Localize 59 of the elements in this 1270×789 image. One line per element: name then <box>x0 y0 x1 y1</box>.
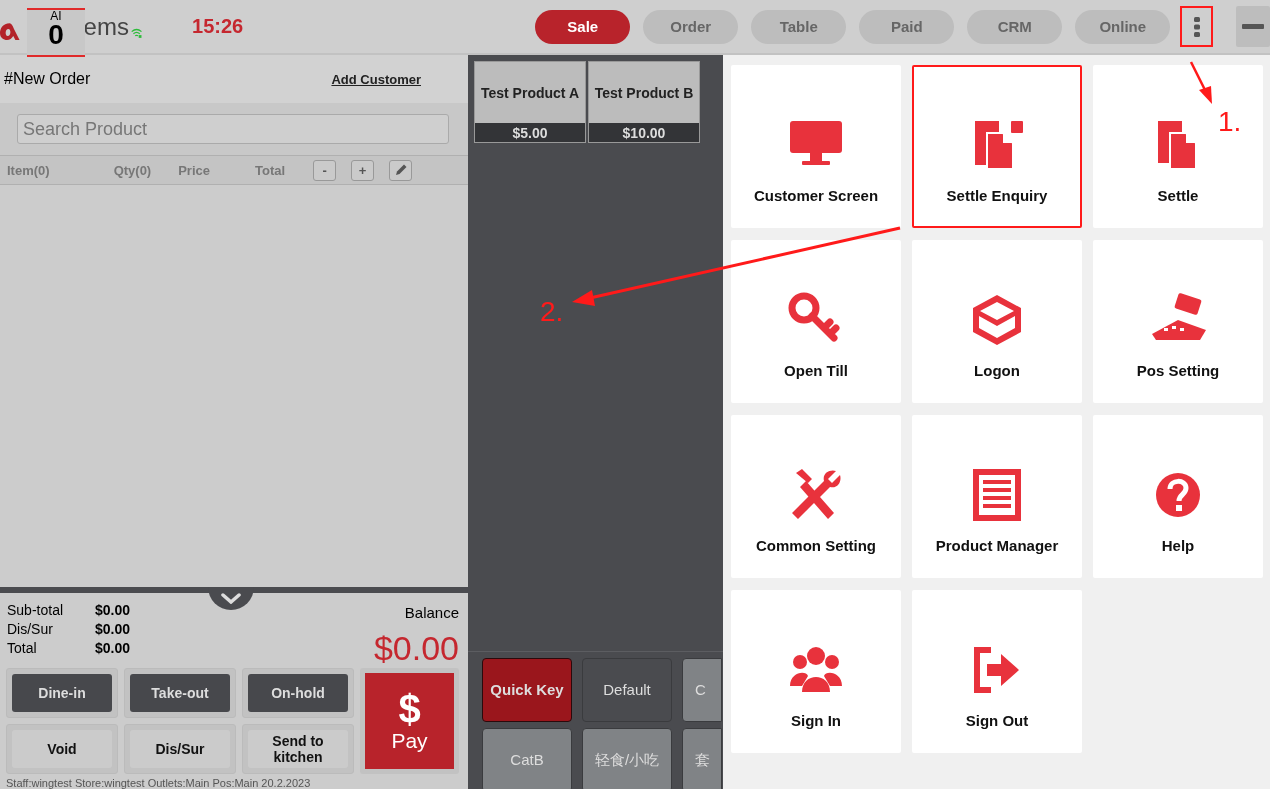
brand-text: ems <box>83 12 129 41</box>
action-button[interactable]: Send to kitchen <box>248 730 348 768</box>
annotation-label: 1. <box>1218 106 1242 138</box>
column-header: Total <box>255 162 286 178</box>
menu-tile[interactable]: Pos Setting <box>1093 240 1263 403</box>
balance-amount: $0.00 <box>373 629 459 668</box>
menu-tile[interactable]: Logon <box>912 240 1082 403</box>
annotation-arrow <box>1189 61 1212 104</box>
order-type-button[interactable]: On-hold <box>248 674 348 712</box>
menu-tile[interactable]: Product Manager <box>912 415 1082 578</box>
menu-tile[interactable]: Open Till <box>731 240 901 403</box>
summary-value: $0.00 <box>95 640 131 656</box>
pay-button[interactable]: $ Pay <box>360 668 459 774</box>
product-name: Test Product A <box>480 83 580 103</box>
menu-tile[interactable]: Common Setting <box>731 415 901 578</box>
column-header: Price <box>178 162 210 178</box>
summary-value: $0.00 <box>95 602 131 618</box>
minimize-icon <box>1242 24 1264 29</box>
column-header: Qty(0) <box>113 162 152 178</box>
quantity-button[interactable]: + <box>351 159 375 181</box>
order-type-button[interactable]: Dine-in <box>12 674 112 712</box>
summary-value: $0.00 <box>95 621 131 637</box>
menu-tile[interactable]: Customer Screen <box>731 65 901 228</box>
summary-label: Sub-total <box>7 602 65 618</box>
more-menu-button[interactable] <box>1180 6 1213 47</box>
column-header: Item(0) <box>7 162 50 178</box>
action-button[interactable]: Void <box>12 730 112 768</box>
clock-time: 15:26 <box>192 15 244 38</box>
notification-badge[interactable]: AI 0 <box>27 8 85 57</box>
product-price: $5.00 <box>475 123 585 142</box>
status-text: Staff:wingtest Store:wingtest Outlets:Main Pos:Main 20.2.2023 <box>5 777 312 789</box>
nav-tab[interactable]: Sale <box>535 9 631 44</box>
pencil-icon <box>393 163 408 177</box>
menu-tile[interactable]: Sign Out <box>912 590 1082 753</box>
category-button[interactable]: Default <box>582 658 672 722</box>
product-tile[interactable]: Test Product A $5.00 <box>474 61 586 143</box>
annotation-label: 2. <box>540 296 564 328</box>
menu-tile[interactable]: Sign In <box>731 590 901 753</box>
order-title: #New Order <box>4 70 91 88</box>
menu-tile[interactable]: Settle Enquiry <box>912 65 1082 228</box>
summary-label: Total <box>7 640 38 656</box>
summary-label: Dis/Sur <box>7 621 54 637</box>
vertical-dots-icon <box>1193 16 1200 37</box>
quantity-button[interactable]: - <box>313 159 337 181</box>
search-field[interactable]: Search Product <box>17 114 449 144</box>
edit-button[interactable] <box>389 159 413 181</box>
balance-label: Balance <box>404 604 459 621</box>
badge-label: AI <box>50 11 62 22</box>
badge-count: 0 <box>48 22 64 48</box>
minimize-button[interactable] <box>1236 6 1270 47</box>
category-button[interactable]: Quick Key <box>482 658 572 722</box>
product-price: $10.00 <box>589 123 699 142</box>
add-customer-link[interactable]: Add Customer <box>331 71 421 87</box>
order-type-button[interactable]: Take-out <box>130 674 230 712</box>
action-button[interactable]: Dis/Sur <box>130 730 230 768</box>
chevron-down-icon <box>221 593 241 604</box>
menu-tile[interactable]: Help <box>1093 415 1263 578</box>
product-tile[interactable]: Test Product B $10.00 <box>588 61 700 143</box>
product-name: Test Product B <box>593 83 695 103</box>
